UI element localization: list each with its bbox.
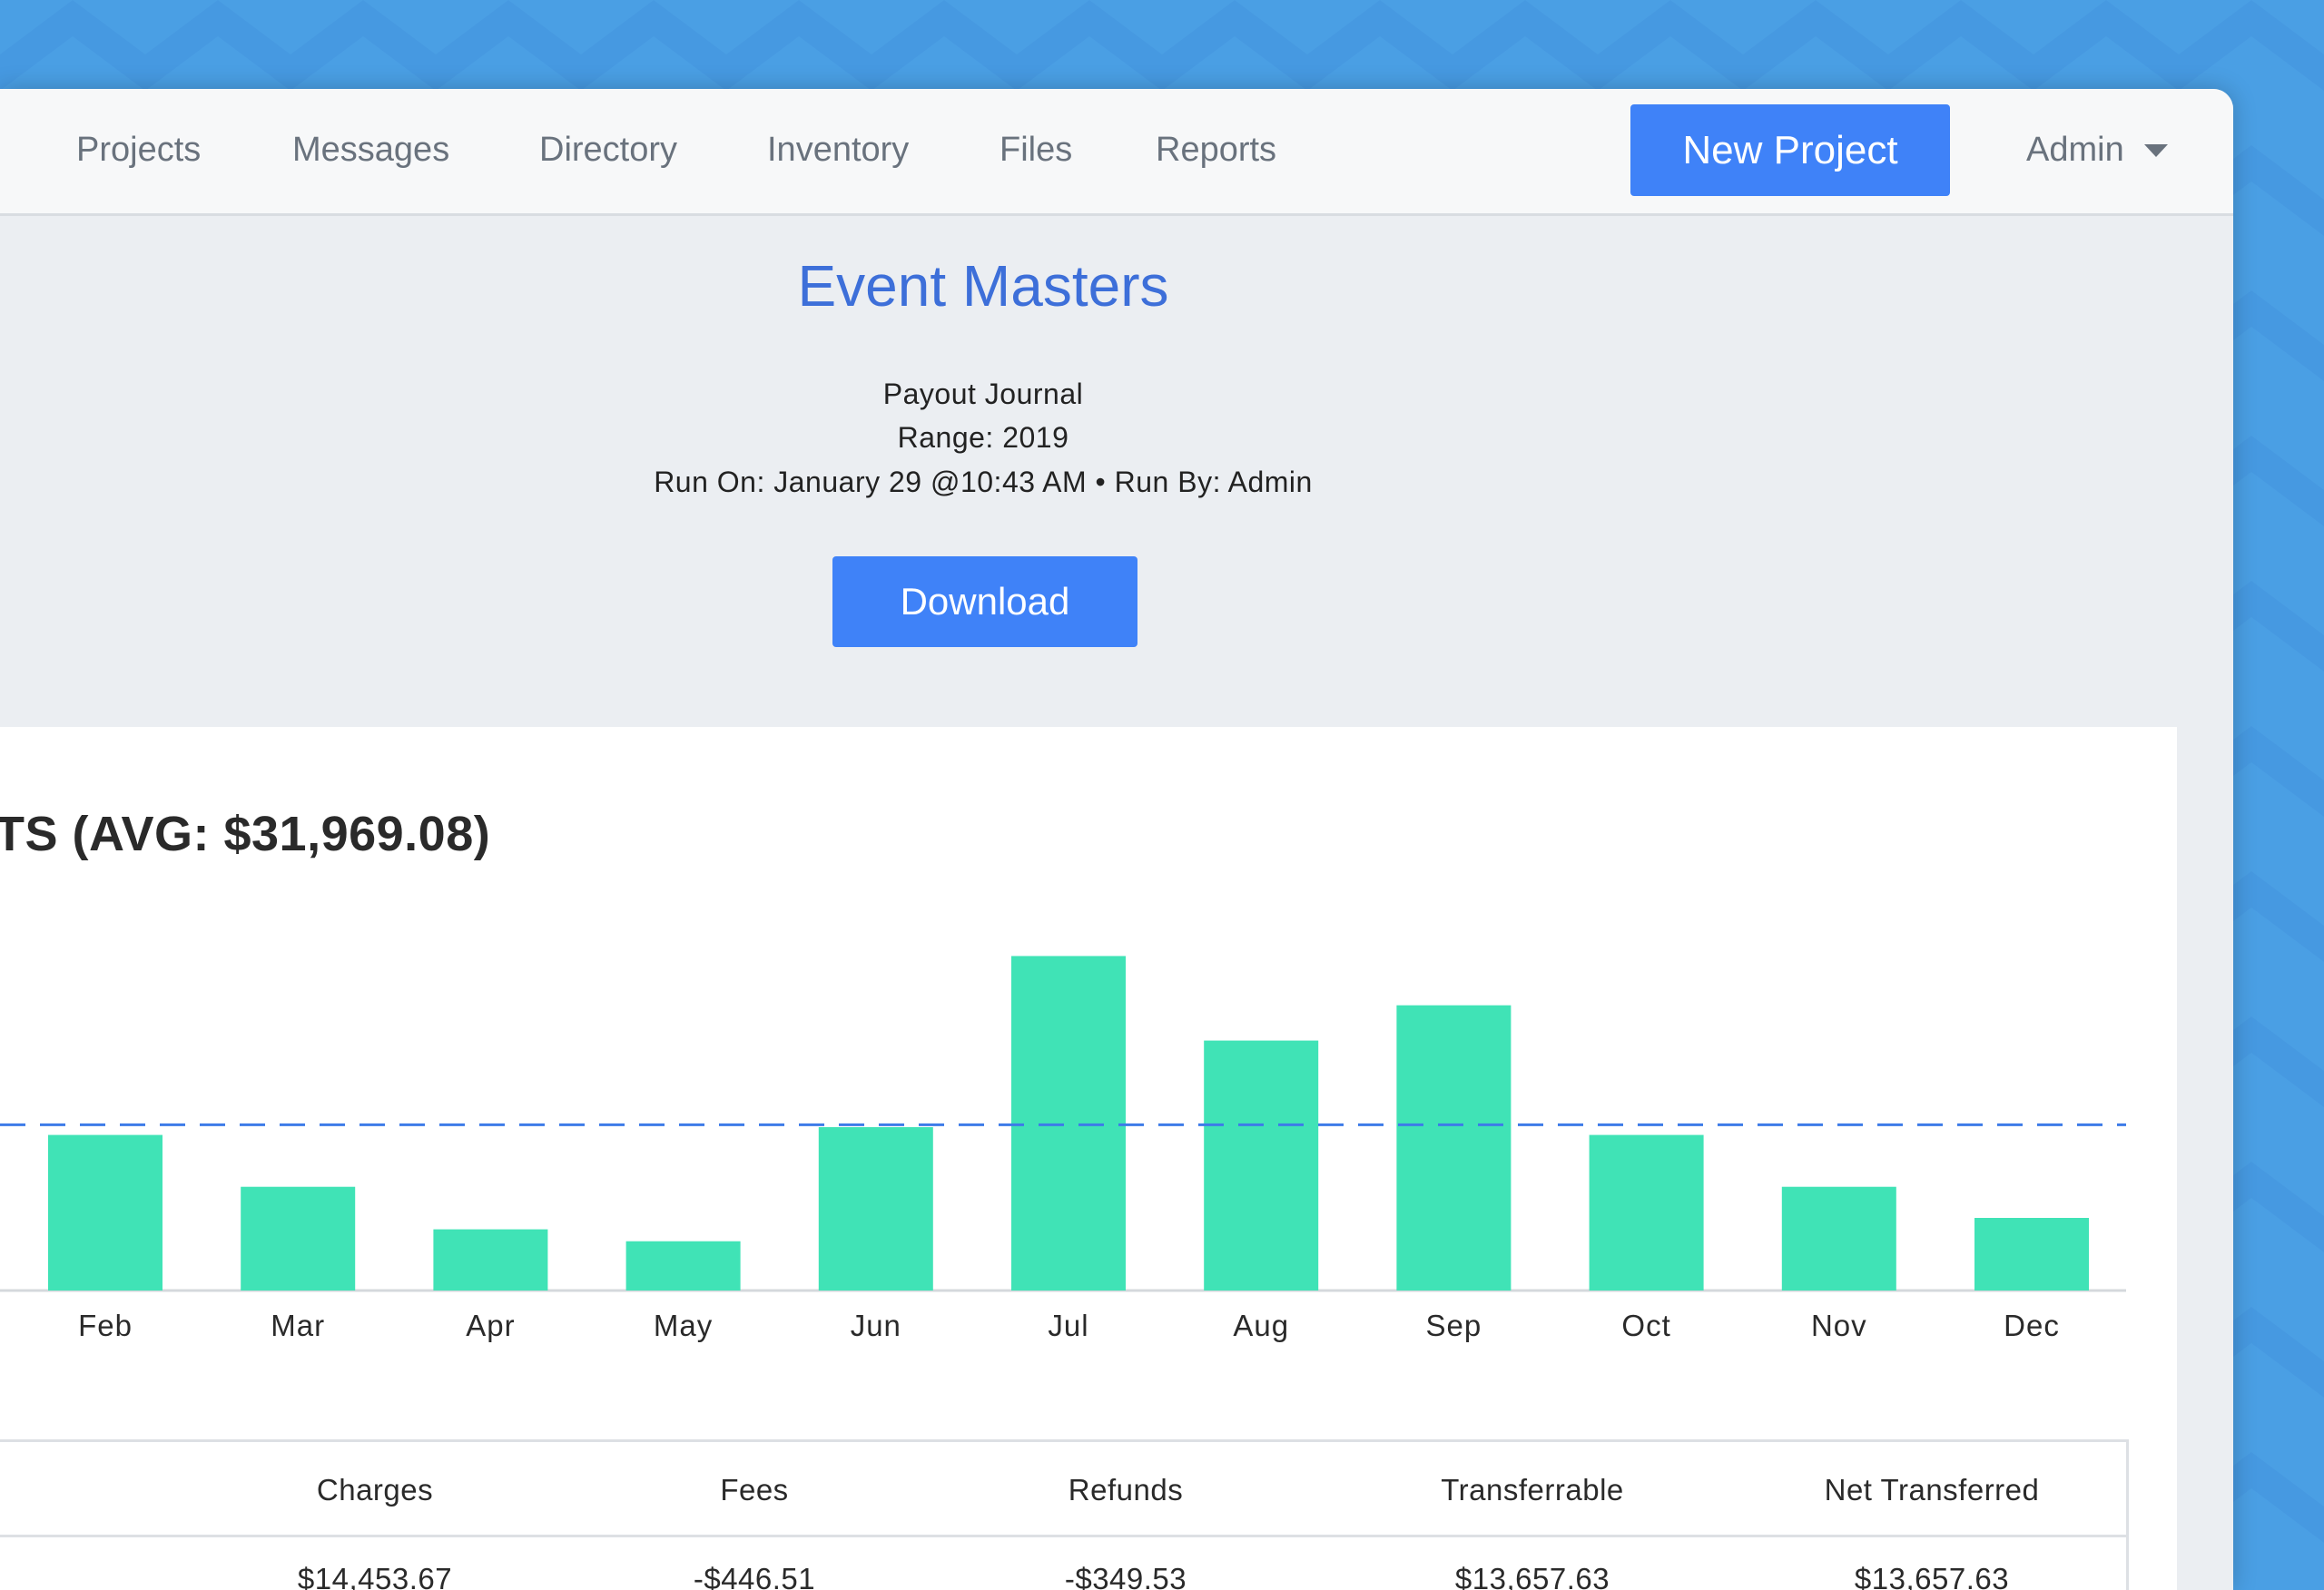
cell-transferrable: $13,657.63 [1454,1562,1610,1590]
payout-table: Charges Fees Refunds Transferrable Net T… [0,1439,2129,1590]
x-tick-label-jun: Jun [851,1309,901,1342]
bar-aug[interactable] [1204,1040,1319,1291]
cell-fees: -$446.51 [693,1562,816,1590]
payouts-bar-chart: Feb Mar Apr May Jun Jul Aug Sep Oct Nov Dec [0,956,2126,1342]
bar-jun[interactable] [818,1127,933,1291]
column-header-fees: Fees [720,1473,789,1507]
x-tick-label-jul: Jul [1048,1309,1088,1342]
table-header-row: Charges Fees Refunds Transferrable Net T… [0,1442,2126,1537]
column-header-refunds: Refunds [1068,1473,1184,1507]
x-tick-label-feb: Feb [78,1309,133,1342]
x-tick-label-dec: Dec [2004,1309,2060,1342]
cell-refunds: -$349.53 [1064,1562,1187,1590]
bar-mar[interactable] [241,1186,356,1291]
column-header-charges: Charges [316,1473,434,1507]
x-tick-label-mar: Mar [271,1309,325,1342]
bar-oct[interactable] [1589,1134,1704,1291]
x-tick-label-apr: Apr [466,1309,515,1342]
x-tick-label-sep: Sep [1426,1309,1482,1342]
column-header-net-transferred: Net Transferred [1824,1473,2040,1507]
column-header-transferrable: Transferrable [1441,1473,1624,1507]
bar-apr[interactable] [433,1229,548,1291]
x-tick-label-may: May [654,1309,713,1342]
bar-may[interactable] [625,1241,741,1291]
cell-charges: $14,453.67 [297,1562,453,1590]
bar-dec[interactable] [1974,1218,2089,1291]
bar-nov[interactable] [1781,1186,1896,1291]
bar-sep[interactable] [1396,1005,1512,1291]
cell-net-transferred: $13,657.63 [1854,1562,2010,1590]
bar-jul[interactable] [1011,956,1126,1291]
x-tick-label-nov: Nov [1811,1309,1867,1342]
app-window: Projects Messages Directory Inventory Fi… [0,89,2233,1590]
x-tick-label-oct: Oct [1621,1309,1670,1342]
bar-feb[interactable] [48,1134,162,1291]
x-tick-label-aug: Aug [1233,1309,1289,1342]
